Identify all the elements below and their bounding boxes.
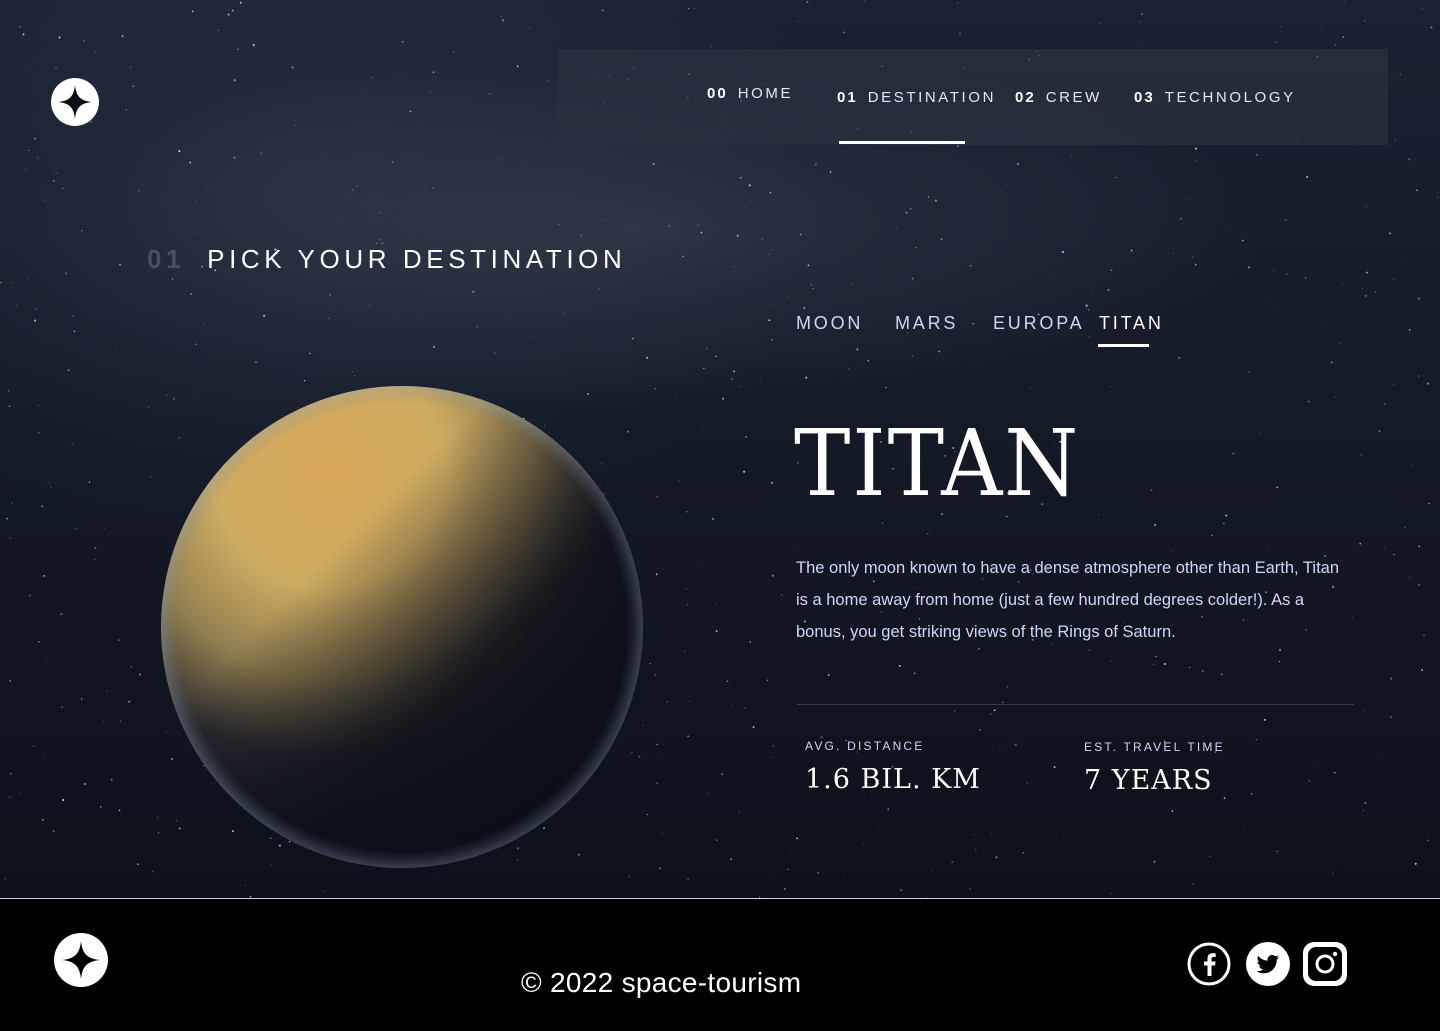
nav-number: 01 — [837, 89, 858, 106]
nav-number: 00 — [707, 85, 728, 102]
destination-name: TITAN — [794, 418, 1080, 510]
stat-label-travel-time: EST. TRAVEL TIME — [1084, 740, 1225, 754]
tab-active-indicator — [1098, 344, 1149, 347]
main-navigation: 00 HOME 01 DESTINATION 02 CREW 03 TECHNO… — [558, 49, 1388, 145]
twitter-icon[interactable] — [1246, 942, 1290, 986]
stat-value-distance: 1.6 BIL. KM — [805, 764, 981, 795]
nav-number: 02 — [1015, 89, 1036, 106]
star-logo-icon — [58, 85, 92, 119]
page-title: 01 PICK YOUR DESTINATION — [147, 244, 626, 275]
tab-mars[interactable]: MARS — [895, 313, 958, 334]
nav-number: 03 — [1134, 89, 1155, 106]
nav-label: HOME — [738, 85, 793, 102]
nav-label: TECHNOLOGY — [1165, 89, 1296, 106]
stat-value-travel-time: 7 YEARS — [1084, 765, 1213, 796]
section-number: 01 — [147, 244, 185, 274]
nav-label: DESTINATION — [868, 89, 996, 106]
copyright-text: © 2022 space-tourism — [521, 967, 801, 999]
tab-titan[interactable]: TITAN — [1099, 313, 1164, 334]
stat-label-distance: AVG. DISTANCE — [805, 739, 925, 753]
nav-item-crew[interactable]: 02 CREW — [1015, 49, 1102, 145]
nav-item-destination[interactable]: 01 DESTINATION — [837, 49, 996, 145]
home-logo-icon[interactable] — [51, 78, 99, 126]
instagram-icon[interactable] — [1303, 942, 1347, 986]
titan-planet-image — [161, 386, 643, 868]
nav-label: CREW — [1046, 89, 1102, 106]
nav-item-home[interactable]: 00 HOME — [707, 45, 793, 141]
destination-description: The only moon known to have a dense atmo… — [796, 552, 1346, 648]
nav-item-technology[interactable]: 03 TECHNOLOGY — [1134, 49, 1296, 145]
tab-moon[interactable]: MOON — [796, 313, 863, 334]
tab-europa[interactable]: EUROPA — [993, 313, 1084, 334]
divider — [797, 704, 1354, 705]
star-logo-icon — [62, 941, 100, 979]
section-title: PICK YOUR DESTINATION — [207, 244, 626, 274]
nav-active-indicator — [839, 141, 965, 144]
footer-logo-icon[interactable] — [54, 933, 108, 987]
facebook-icon[interactable] — [1187, 942, 1231, 986]
